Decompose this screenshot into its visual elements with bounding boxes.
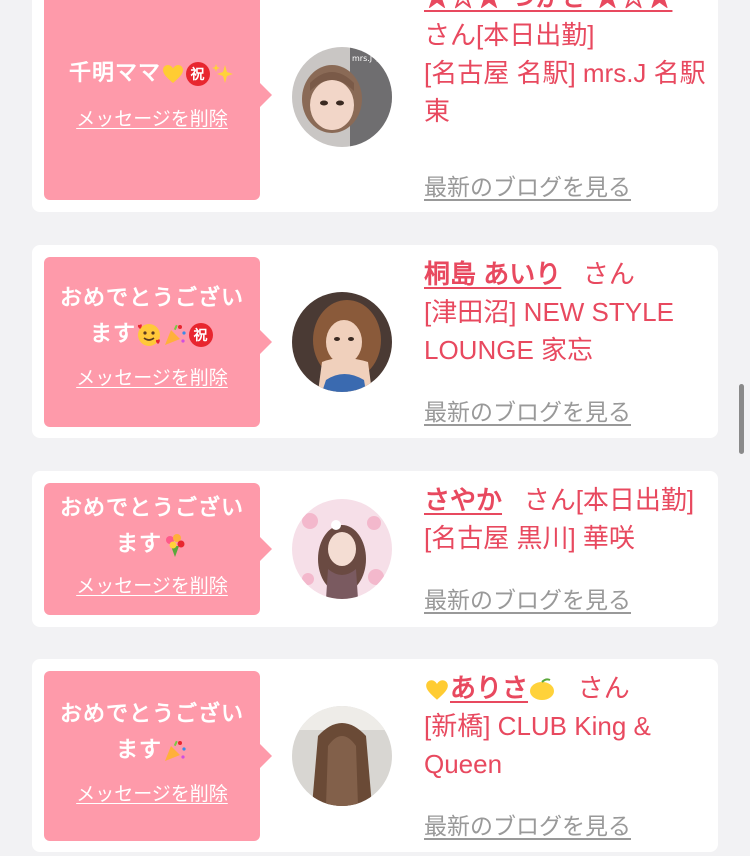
cast-info: さやか さん[本日出勤] [名古屋 黒川] 華咲 (424, 481, 710, 557)
message-bubble: 千明ママ 祝 メッセージを削除 (44, 0, 272, 200)
delete-message-link[interactable]: メッセージを削除 (76, 571, 228, 598)
svg-text:祝: 祝 (194, 327, 209, 344)
message-card: 千明ママ 祝 メッセージを削除 mrs.J 名駅 つかさ ★☆★ つかさ ★☆★ … (32, 0, 718, 212)
cast-info: ★☆★ つかさ ★☆★ さん[本日出勤] [名古屋 名駅] mrs.J 名駅東 (424, 0, 710, 130)
celebrate-icon: 祝 (189, 323, 213, 347)
cast-name-link[interactable]: ★☆★ つかさ ★☆★ (424, 0, 672, 12)
smiling-face-with-hearts-icon (137, 324, 160, 346)
message-text: おめでとうございます (59, 496, 244, 557)
cast-name-link[interactable]: ありさ (450, 673, 528, 703)
message-bubble: おめでとうございます メッセージを削除 (44, 483, 272, 615)
sparkles-icon (212, 64, 233, 83)
celebrate-icon: 祝 (186, 62, 210, 86)
latest-blog-link[interactable]: 最新のブログを見る (424, 807, 631, 841)
avatar[interactable] (292, 706, 392, 806)
shop-info: [津田沼] NEW STYLE LOUNGE 家忘 (424, 297, 674, 365)
work-status: [本日出勤] (476, 20, 595, 50)
message-text: 千明ママ (68, 61, 161, 86)
shop-info: [名古屋 名駅] mrs.J 名駅東 (424, 58, 706, 126)
honorific: さん (582, 259, 635, 289)
bouquet-icon (166, 534, 185, 557)
latest-blog-link[interactable]: 最新のブログを見る (424, 581, 631, 615)
message-text-row: おめでとうございます (52, 491, 252, 563)
message-card: おめでとうございます祝 メッセージを削除 桐島 あいり さん [津田沼] NEW… (32, 245, 718, 438)
honorific: さん (577, 673, 630, 703)
party-popper-icon (165, 740, 186, 761)
message-text-row: 千明ママ 祝 (52, 56, 252, 92)
avatar[interactable] (292, 292, 392, 392)
message-text-row: おめでとうございます祝 (52, 281, 252, 353)
work-status: [本日出勤] (575, 485, 695, 515)
honorific: さん (523, 485, 576, 515)
delete-message-link[interactable]: メッセージを削除 (76, 363, 228, 390)
delete-message-link[interactable]: メッセージを削除 (76, 779, 228, 806)
cast-name-link[interactable]: さやか (424, 485, 502, 515)
message-card: おめでとうございます メッセージを削除 さやか さん[本日出勤] [名古屋 黒川… (32, 471, 718, 627)
cast-info: ありさ さん [新橋] CLUB King & Queen (424, 669, 710, 783)
message-bubble: おめでとうございます メッセージを削除 (44, 671, 272, 841)
scrollbar[interactable] (739, 384, 744, 454)
message-bubble: おめでとうございます祝 メッセージを削除 (44, 257, 272, 427)
party-popper-icon (165, 324, 186, 345)
cast-name-link[interactable]: 桐島 あいり (424, 259, 561, 289)
delete-message-link[interactable]: メッセージを削除 (76, 104, 228, 131)
latest-blog-link[interactable]: 最新のブログを見る (424, 393, 631, 427)
honorific: さん (424, 20, 477, 50)
avatar[interactable]: mrs.J 名駅 つかさ (292, 47, 392, 147)
avatar[interactable] (292, 499, 392, 599)
message-text: おめでとうございます (59, 702, 244, 763)
latest-blog-link[interactable]: 最新のブログを見る (424, 168, 631, 202)
lemon-icon (530, 678, 555, 701)
cast-info: 桐島 あいり さん [津田沼] NEW STYLE LOUNGE 家忘 (424, 255, 710, 369)
message-text-row: おめでとうございます (52, 697, 252, 769)
shop-info: [名古屋 黒川] 華咲 (424, 523, 635, 553)
shop-info: [新橋] CLUB King & Queen (424, 711, 651, 779)
message-card: おめでとうございます メッセージを削除 ありさ さん [新橋] CLUB Kin… (32, 659, 718, 852)
yellow-heart-icon (163, 65, 183, 83)
svg-text:mrs.J 名駅 つかさ: mrs.J 名駅 つかさ (352, 53, 392, 63)
svg-text:祝: 祝 (191, 66, 206, 83)
yellow-heart-icon (426, 680, 448, 700)
